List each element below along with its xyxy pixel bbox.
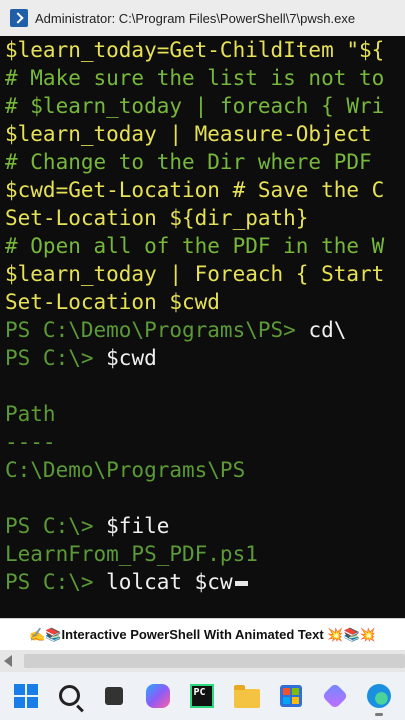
output-line-text: C:\Demo\Programs\PS [5,458,246,482]
terminal-line: $learn_today | Measure-Object [5,120,384,148]
code-line-text: $learn_today | Foreach { Start [5,262,385,286]
terminal-line: PS C:\Demo\Programs\PS> cd\ [5,316,384,344]
prompt-text: PS C:\> [5,570,107,594]
app-icon[interactable] [321,682,349,710]
app-frame: Administrator: C:\Program Files\PowerShe… [0,0,405,720]
terminal-line: # Change to the Dir where PDF [5,148,384,176]
comment-line-text: # Change to the Dir where PDF [5,150,385,174]
scroll-left-arrow-icon[interactable] [4,655,12,667]
pycharm-label: PC [190,684,215,708]
terminal-line: # Open all of the PDF in the W [5,232,384,260]
horizontal-scrollbar[interactable] [0,650,405,672]
terminal-line: Path [5,400,384,428]
prompt-text: PS C:\> [5,346,107,370]
prompt-text: PS C:\Demo\Programs\PS> [5,318,309,342]
terminal-line: C:\Demo\Programs\PS [5,456,384,484]
taskbar: PC [0,672,405,720]
command-text: $file [106,514,170,538]
terminal-line: PS C:\> lolcat $cw [5,568,384,596]
output-line-text: Path [5,402,56,426]
file-explorer-icon[interactable] [233,683,260,709]
code-line-text: $cwd=Get-Location # Save the C [5,178,385,202]
code-line-text: Set-Location ${dir_path} [5,206,309,230]
terminal-line: Set-Location ${dir_path} [5,204,384,232]
prompt-text: PS C:\> [5,514,107,538]
terminal-line: $cwd=Get-Location # Save the C [5,176,384,204]
terminal-output: $learn_today=Get-ChildItem "${ # Make sur… [5,36,384,596]
windows-start-icon[interactable] [13,683,39,709]
window-title: Administrator: C:\Program Files\PowerShe… [35,10,356,26]
powershell-icon [10,9,28,27]
terminal-line: # $learn_today | foreach { Wri [5,92,384,120]
terminal-line: $learn_today=Get-ChildItem "${ [5,36,384,64]
comment-line-text: # Make sure the list is not to [5,66,385,90]
terminal-line: ---- [5,428,384,456]
terminal-line: PS C:\> $cwd [5,344,384,372]
task-view-icon[interactable] [101,683,128,709]
terminal-line: LearnFrom_PS_PDF.ps1 [5,540,384,568]
video-caption: ✍️📚Interactive PowerShell With Animated … [0,618,405,651]
terminal-line: $learn_today | Foreach { Start [5,260,384,288]
microsoft-store-icon[interactable] [278,683,304,709]
text-cursor [234,580,248,586]
active-indicator [374,713,383,716]
terminal-line: PS C:\> $file [5,512,384,540]
pycharm-icon[interactable]: PC [189,683,215,709]
code-line-text: Set-Location $cwd [5,290,220,314]
command-text: lolcat $cw [106,570,233,594]
copilot-icon[interactable] [145,683,171,709]
comment-line-text: # Open all of the PDF in the W [5,234,385,258]
search-icon[interactable] [57,683,83,709]
code-line-text: $learn_today=Get-ChildItem "${ [5,38,385,62]
terminal-line: Set-Location $cwd [5,288,384,316]
comment-line-text: # $learn_today | foreach { Wri [5,94,385,118]
edge-icon[interactable] [366,683,392,716]
output-line-text: ---- [5,430,56,454]
scrollbar-thumb[interactable] [24,654,405,668]
window-titlebar[interactable]: Administrator: C:\Program Files\PowerShe… [0,0,405,37]
terminal-line: # Make sure the list is not to [5,64,384,92]
terminal-pane[interactable]: $learn_today=Get-ChildItem "${ # Make sur… [0,36,405,618]
command-text: cd\ [308,318,347,342]
command-text: $cwd [106,346,157,370]
output-line-text: LearnFrom_PS_PDF.ps1 [5,542,258,566]
caption-text: ✍️📚Interactive PowerShell With Animated … [29,627,376,642]
code-line-text: $learn_today | Measure-Object [5,122,385,146]
